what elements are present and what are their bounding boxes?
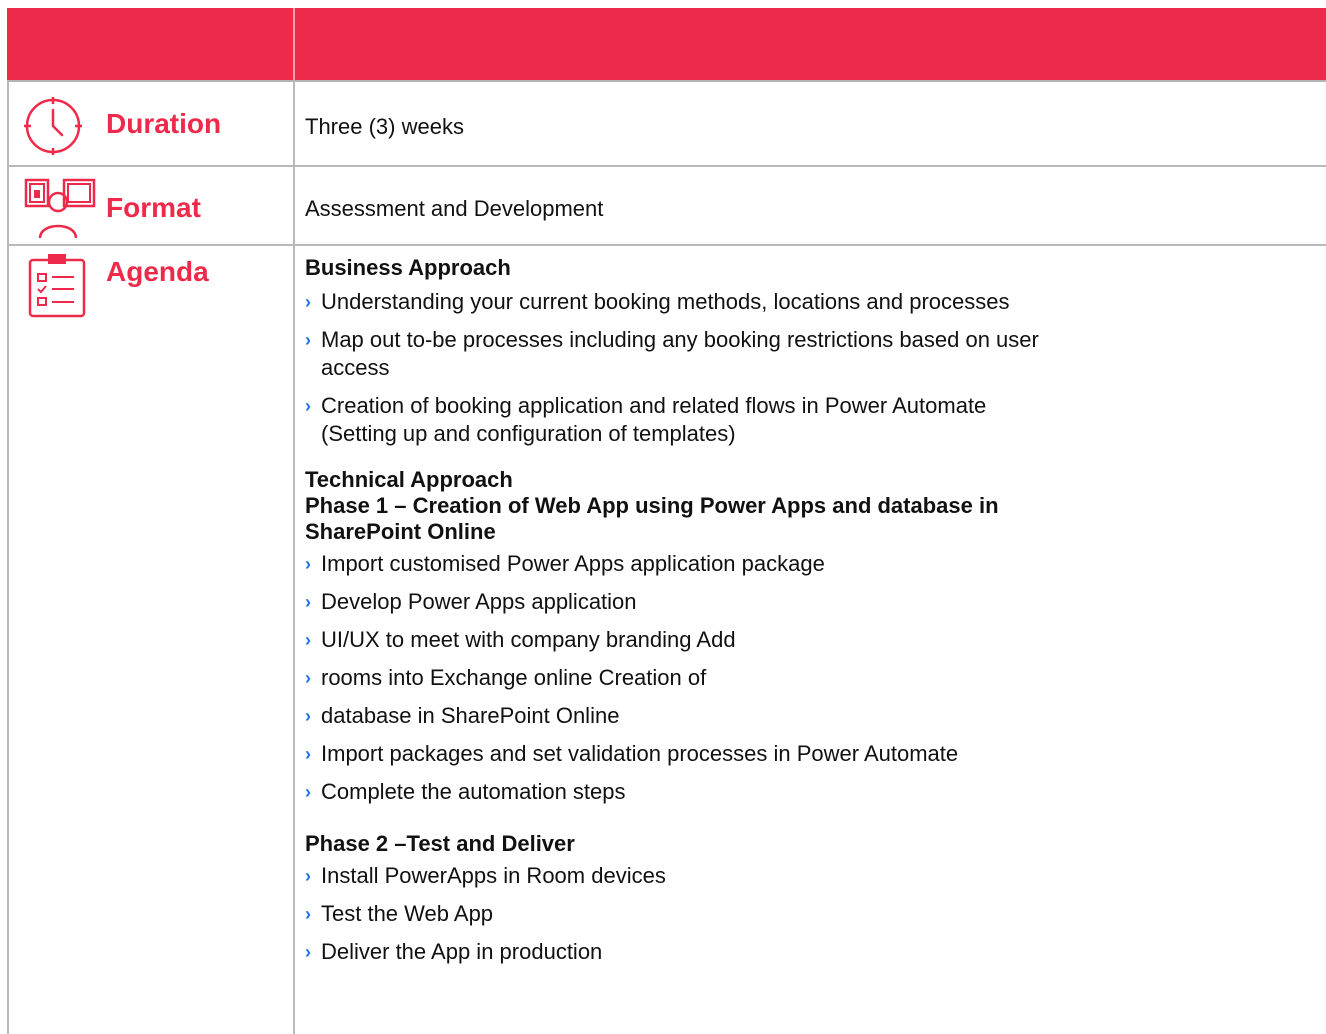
list-item: › database in SharePoint Online	[305, 697, 1305, 735]
agenda-content: Business Approach › Understanding your c…	[305, 255, 1305, 971]
list-item: › Import customised Power Apps applicati…	[305, 545, 1305, 583]
bullet-chevron-icon: ›	[305, 942, 311, 962]
bullet-chevron-icon: ›	[305, 330, 311, 350]
presentation-icon	[24, 178, 96, 239]
list-item: › rooms into Exchange online Creation of	[305, 659, 1305, 697]
service-offering-page: Duration Three (3) weeks Format Assessme…	[0, 0, 1326, 1034]
bullet-chevron-icon: ›	[305, 396, 311, 416]
bullet-chevron-icon: ›	[305, 706, 311, 726]
list-item: › Import packages and set validation pro…	[305, 735, 1305, 773]
duration-label: Duration	[106, 108, 222, 139]
bullet-chevron-icon: ›	[305, 592, 311, 612]
bullet-chevron-icon: ›	[305, 554, 311, 574]
business-approach-heading: Business Approach	[305, 255, 511, 280]
list-item: › UI/UX to meet with company branding Ad…	[305, 621, 1305, 659]
bullet-chevron-icon: ›	[305, 744, 311, 764]
phase-1-heading-cont: SharePoint Online	[305, 519, 496, 544]
header-column-divider	[293, 8, 295, 80]
list-item: › Map out to-be processes including any …	[305, 321, 1305, 359]
list-item: › Install PowerApps in Room devices	[305, 857, 1305, 895]
agenda-label: Agenda	[106, 256, 209, 287]
format-label: Format	[106, 192, 201, 223]
row-divider-duration	[7, 165, 1326, 167]
list-item: › Develop Power Apps application	[305, 583, 1305, 621]
phase-1-heading: Phase 1 – Creation of Web App using Powe…	[305, 493, 999, 518]
clock-icon	[24, 97, 82, 155]
phase-2-heading: Phase 2 –Test and Deliver	[305, 831, 575, 856]
technical-approach-heading: Technical Approach	[305, 467, 513, 492]
format-value: Assessment and Development	[305, 196, 604, 221]
table-column-divider	[293, 80, 295, 1034]
clipboard-checklist-icon	[28, 254, 86, 318]
duration-value: Three (3) weeks	[305, 114, 464, 139]
list-item: › Deliver the App in production	[305, 933, 1305, 971]
list-item: › Understanding your current booking met…	[305, 283, 1305, 321]
bullet-chevron-icon: ›	[305, 668, 311, 688]
row-divider-format	[7, 244, 1326, 246]
bullet-chevron-icon: ›	[305, 904, 311, 924]
list-item: › Creation of booking application and re…	[305, 387, 1305, 425]
table-left-border	[7, 80, 9, 1034]
bullet-chevron-icon: ›	[305, 630, 311, 650]
list-item: › Complete the automation steps	[305, 773, 1305, 811]
bullet-chevron-icon: ›	[305, 866, 311, 886]
table-header-bar	[7, 8, 1326, 82]
list-item: › Test the Web App	[305, 895, 1305, 933]
bullet-chevron-icon: ›	[305, 292, 311, 312]
bullet-chevron-icon: ›	[305, 782, 311, 802]
